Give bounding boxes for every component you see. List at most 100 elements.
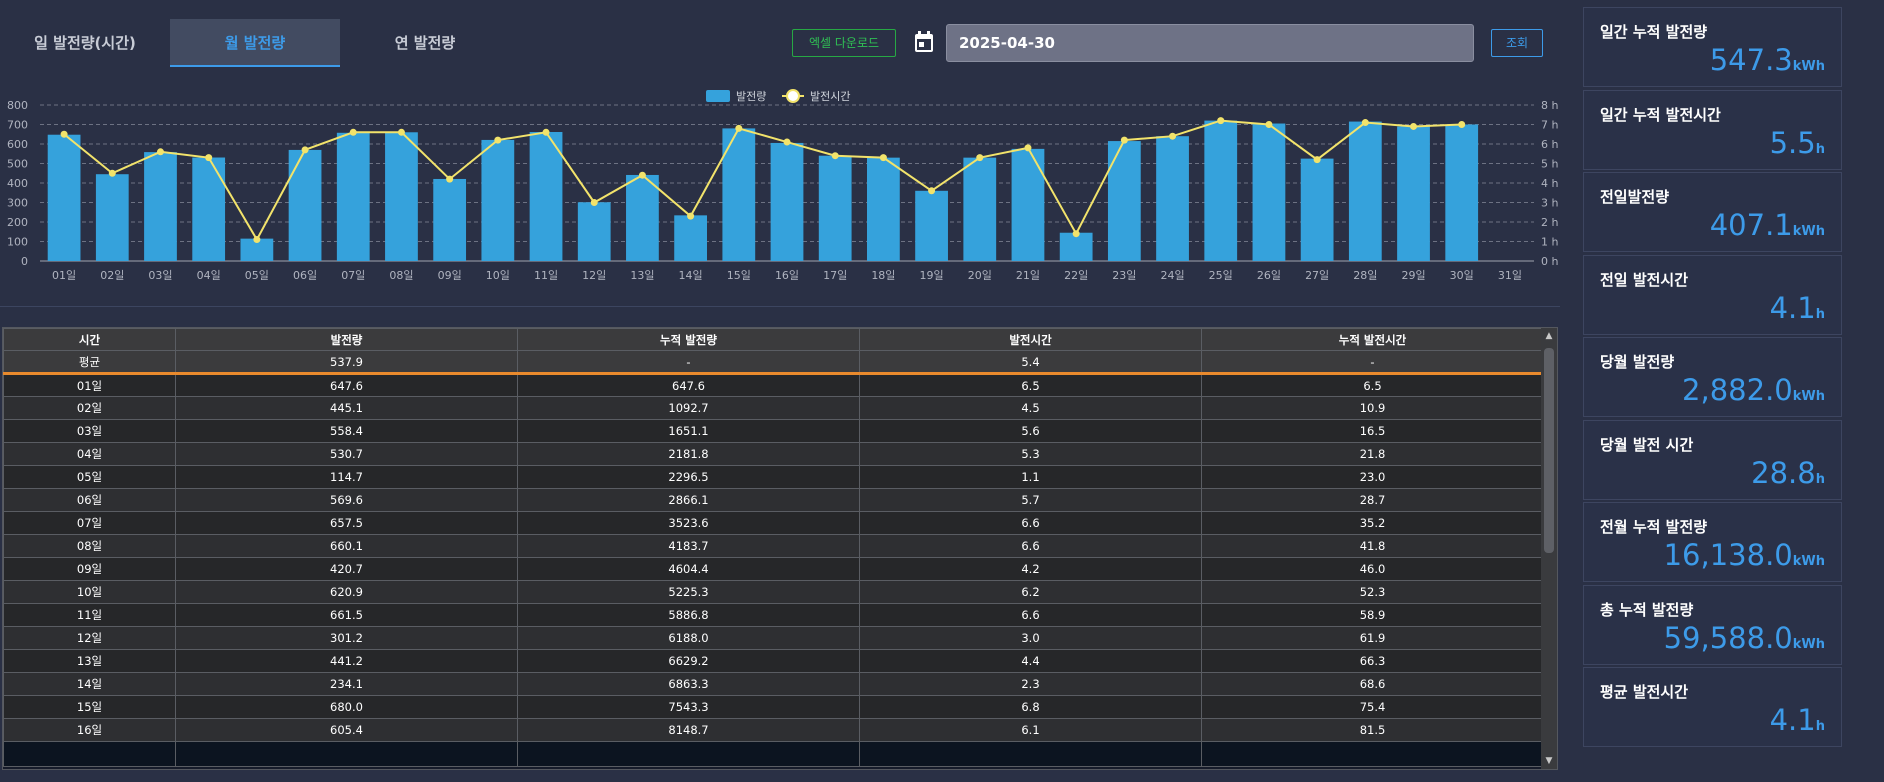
table-row[interactable]: 08일 660.1 4183.7 6.6 41.8 [3,534,1544,558]
y-right-tick-label: 6 h [1541,138,1558,151]
bar [915,190,948,261]
cell-cumulative-generation: 6188.0 [517,626,860,650]
hours-point [397,128,405,136]
cell-generation: 647.6 [175,373,518,397]
cell-hours: 3.0 [859,626,1202,650]
x-tick-label: 30일 [1450,268,1474,282]
summary-unit: h [1815,719,1825,734]
cell-hours: 6.6 [859,603,1202,627]
x-tick-label: 31일 [1498,268,1522,282]
x-tick-label: 28일 [1353,268,1377,282]
hours-point [1410,122,1418,130]
table-row[interactable]: 15일 680.0 7543.3 6.8 75.4 [3,695,1544,719]
cell-generation: 660.1 [175,534,518,558]
hours-point [590,199,598,206]
cell-hours: 4.4 [859,649,1202,673]
table-row[interactable]: 09일 420.7 4604.4 4.2 46.0 [3,557,1544,581]
header-time: 시간 [3,328,176,351]
table-row[interactable]: 04일 530.7 2181.8 5.3 21.8 [3,442,1544,466]
x-tick-label: 05일 [245,268,269,282]
cell-cumulative-hours: 61.9 [1201,626,1544,650]
summary-number: 4.1 [1769,703,1816,737]
bar [1204,120,1238,261]
x-tick-label: 12일 [582,268,606,282]
header-cumulative-generation: 누적 발전량 [517,328,860,351]
x-tick-label: 16일 [775,268,799,282]
y-right-tick-label: 4 h [1541,177,1558,190]
cell-generation: 620.9 [175,580,518,604]
cell-cumulative-hours: 16.5 [1201,419,1544,443]
date-input[interactable]: 2025-04-30 [946,24,1474,62]
legend-bar-swatch [706,90,730,102]
excel-download-button[interactable]: 엑셀 다운로드 [792,29,896,57]
hours-point [879,154,887,162]
summary-card: 당월 발전량 2,882.0kWh [1583,337,1842,417]
chevron-down-icon[interactable]: ▼ [1541,753,1557,769]
summary-title: 전일발전량 [1600,188,1670,206]
hours-point [108,169,116,177]
table-row[interactable]: 03일 558.4 1651.1 5.6 16.5 [3,419,1544,443]
x-tick-label: 07일 [341,268,365,282]
tab-yearly[interactable]: 연 발전량 [340,19,510,67]
x-tick-label: 19일 [920,268,944,282]
x-tick-label: 11일 [534,268,558,282]
average-cumulative-hours: - [1201,350,1544,375]
summary-unit: h [1815,141,1825,157]
cell-generation: 661.5 [175,603,518,627]
y-right-tick-label: 7 h [1541,119,1558,132]
tab-monthly[interactable]: 월 발전량 [170,19,340,67]
hours-point [1313,156,1321,164]
table-row[interactable]: 05일 114.7 2296.5 1.1 23.0 [3,465,1544,489]
cell-time: 11일 [3,603,176,627]
cell-cumulative-hours: 21.8 [1201,442,1544,466]
cell-cumulative-hours: 68.6 [1201,672,1544,696]
data-table-container: 시간 발전량 누적 발전량 발전시간 누적 발전시간 평균 537.9 - 5.… [2,327,1558,770]
summary-card: 당월 발전 시간 28.8h [1583,419,1842,500]
hours-point [1265,121,1273,128]
section-divider [0,306,1560,307]
cell-cumulative-hours: 46.0 [1201,557,1544,581]
x-tick-label: 27일 [1305,268,1329,282]
cell-hours: 4.2 [859,557,1202,581]
cell-hours: 5.7 [859,488,1202,512]
cell-time: 16일 [3,718,176,742]
table-row[interactable]: 16일 605.4 8148.7 6.1 81.5 [3,718,1544,742]
table-row[interactable]: 01일 647.6 647.6 6.5 6.5 [3,373,1544,397]
hours-point [928,187,936,195]
cell-hours: 4.5 [859,396,1202,420]
bar [385,132,418,261]
table-row[interactable]: 14일 234.1 6863.3 2.3 68.6 [3,672,1544,696]
cell-cumulative-hours: 75.4 [1201,695,1544,719]
empty-cell [175,741,518,767]
y-right-tick-label: 2 h [1541,216,1558,229]
bar [47,134,81,261]
table-row[interactable]: 06일 569.6 2866.1 5.7 28.7 [3,488,1544,512]
empty-cell [859,741,1202,767]
cell-generation: 605.4 [175,718,518,742]
tab-daily[interactable]: 일 발전량(시간) [0,19,170,67]
summary-number: 2,882.0 [1682,373,1793,407]
table-scrollbar[interactable]: ▲ ▼ [1541,328,1557,769]
x-tick-label: 10일 [486,268,510,282]
hours-point [301,146,309,154]
scrollbar-thumb[interactable] [1544,348,1554,553]
summary-unit: kWh [1792,224,1825,239]
table-row[interactable]: 02일 445.1 1092.7 4.5 10.9 [3,396,1544,420]
bar [818,155,852,261]
table-row[interactable]: 12일 301.2 6188.0 3.0 61.9 [3,626,1544,650]
table-row[interactable]: 11일 661.5 5886.8 6.6 58.9 [3,603,1544,627]
summary-card: 일간 누적 발전량 547.3kWh [1583,7,1842,87]
table-row[interactable]: 13일 441.2 6629.2 4.4 66.3 [3,649,1544,673]
bar [867,157,900,261]
search-button[interactable]: 조회 [1491,29,1543,57]
cell-cumulative-generation: 7543.3 [517,695,860,719]
table-row[interactable]: 10일 620.9 5225.3 6.2 52.3 [3,580,1544,604]
cell-generation: 530.7 [175,442,518,466]
cell-hours: 2.3 [859,672,1202,696]
table-body: 01일 647.6 647.6 6.5 6.5 02일 445.1 1092.7 4.5 10.9… [3,373,1544,767]
table-row[interactable]: 07일 657.5 3523.6 6.6 35.2 [3,511,1544,535]
calendar-icon[interactable] [914,31,934,53]
bar [1397,126,1430,261]
bar [192,157,226,261]
chevron-up-icon[interactable]: ▲ [1541,328,1557,344]
